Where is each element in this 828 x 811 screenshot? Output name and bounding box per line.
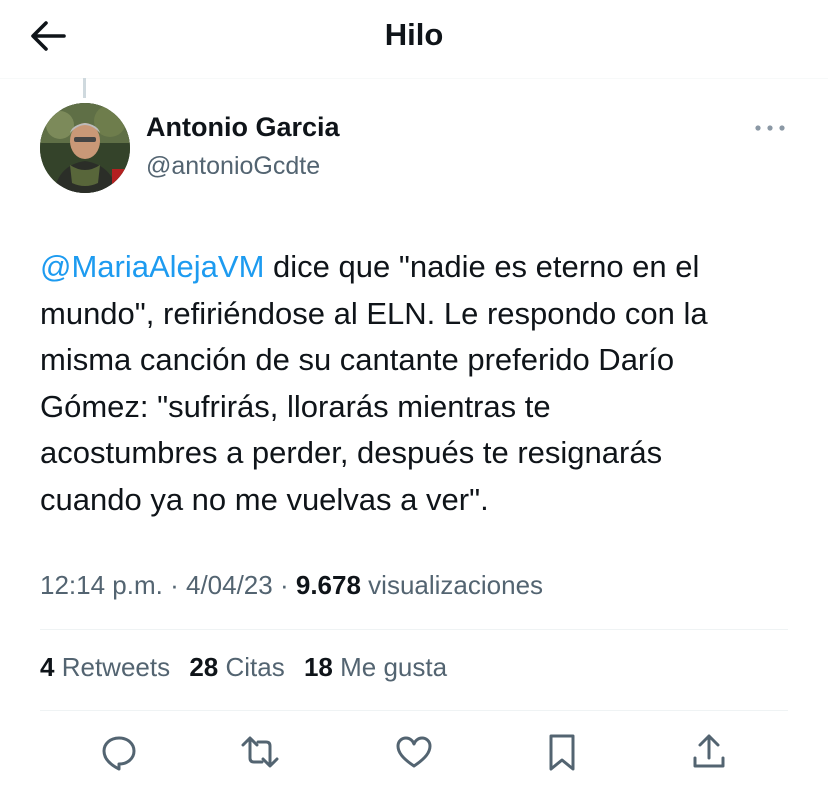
likes-label: Me gusta [340, 652, 448, 682]
page-title: Hilo [384, 17, 444, 52]
more-options-button[interactable] [752, 118, 788, 138]
tweet-line-text: dice que "nadie es eterno en el [264, 249, 700, 284]
tweet-line: @MariaAlejaVM dice que "nadie es eterno … [40, 244, 790, 291]
divider [40, 629, 788, 630]
tweet-time[interactable]: 12:14 p.m. [40, 570, 163, 600]
quotes-label: Citas [225, 652, 285, 682]
thread-connector-line [83, 78, 86, 98]
tweet-date[interactable]: 4/04/23 [186, 570, 273, 600]
tweet-line: misma canción de su cantante preferido D… [40, 342, 675, 377]
views-count: 9.678 [295, 570, 361, 600]
more-horizontal-icon [755, 125, 785, 131]
retweets-stat[interactable]: 4 Retweets [40, 652, 170, 682]
bookmark-icon [549, 734, 575, 771]
tweet-line: acostumbres a perder, después te resigna… [40, 435, 663, 470]
tweet-line: Gómez: "sufrirás, llorarás mientras te [40, 388, 551, 424]
tweet-line: cuando ya no me vuelvas a ver". [40, 481, 489, 517]
likes-stat[interactable]: 18 Me gusta [304, 652, 447, 682]
avatar[interactable] [40, 103, 130, 193]
retweets-label: Retweets [61, 652, 171, 682]
meta-separator: · [279, 570, 296, 600]
author-handle[interactable]: @antonioGcdte [146, 152, 320, 181]
views-label: visualizaciones [368, 570, 544, 600]
tweet-meta: 12:14 p.m. · 4/04/23 · 9.678 visualizaci… [40, 570, 543, 601]
retweet-button[interactable] [240, 732, 280, 772]
divider [40, 710, 788, 711]
quotes-count: 28 [189, 652, 219, 682]
bookmark-button[interactable] [542, 732, 582, 772]
mention-link[interactable]: @MariaAlejaVM [40, 249, 264, 284]
retweet-icon [241, 736, 279, 768]
heart-icon [396, 736, 432, 768]
reply-button[interactable] [99, 732, 139, 772]
avatar-photo [40, 103, 130, 193]
top-bar: Hilo [0, 0, 828, 79]
quotes-stat[interactable]: 28 Citas [189, 652, 284, 682]
meta-separator: · [170, 570, 186, 600]
tweet-stats: 4 Retweets 28 Citas 18 Me gusta [40, 652, 459, 683]
retweets-count: 4 [40, 652, 55, 682]
author-name[interactable]: Antonio Garcia [146, 112, 340, 143]
reply-icon [102, 736, 136, 771]
tweet-line: mundo", refiriéndose al ELN. Le respondo… [40, 295, 708, 331]
tweet-text: @MariaAlejaVM dice que "nadie es eterno … [40, 244, 790, 523]
like-button[interactable] [394, 732, 434, 772]
likes-count: 18 [303, 652, 333, 682]
share-icon [693, 734, 725, 768]
share-button[interactable] [689, 732, 729, 772]
